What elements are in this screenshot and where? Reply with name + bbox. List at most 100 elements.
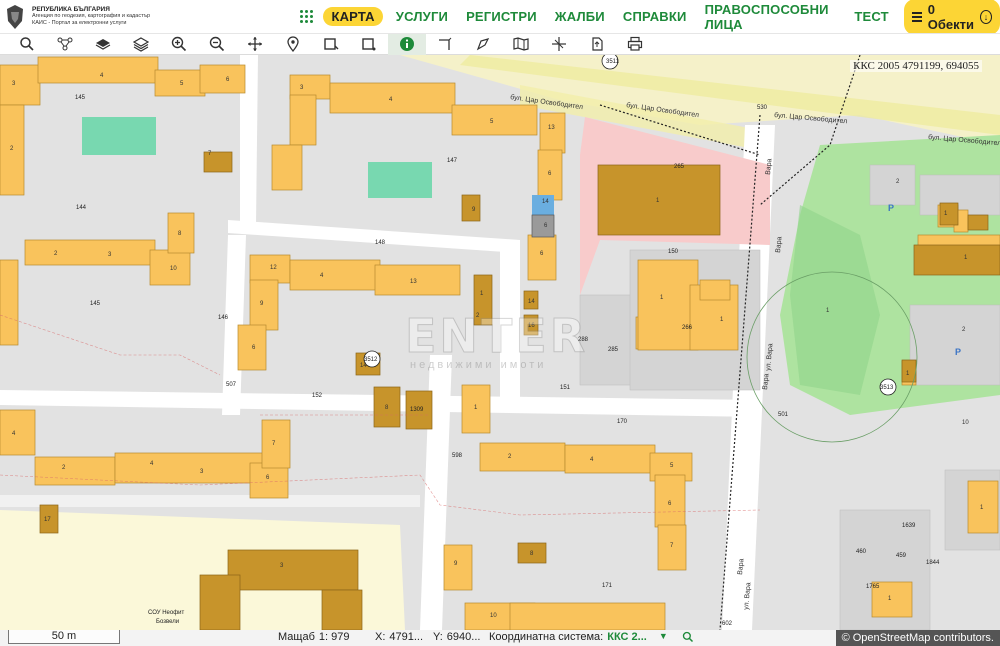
pan-icon xyxy=(248,37,262,51)
svg-text:152: 152 xyxy=(312,393,323,399)
crs-group: Координатна система: ККС 2... ▼ xyxy=(489,631,694,643)
watermark-subtitle: недвижими имоти xyxy=(410,359,547,371)
brand-text: РЕПУБЛИКА БЪЛГАРИЯ Агенция по геодезия, … xyxy=(32,6,150,27)
network-icon xyxy=(57,37,73,51)
nav-item-complaints[interactable]: ЖАЛБИ xyxy=(546,9,614,24)
svg-text:598: 598 xyxy=(452,453,463,459)
tool-layers[interactable] xyxy=(122,34,160,55)
tool-layer[interactable] xyxy=(84,34,122,55)
tool-export[interactable] xyxy=(578,34,616,55)
select-rect-icon xyxy=(362,38,376,51)
sport-field[interactable] xyxy=(82,117,156,155)
nav-item-map[interactable]: КАРТА xyxy=(323,7,383,26)
brand-portal: КАИС - Портал за електронни услуги xyxy=(32,20,127,26)
svg-text:1309: 1309 xyxy=(410,407,424,413)
tool-search[interactable] xyxy=(8,34,46,55)
map-toolbar xyxy=(0,33,1000,55)
tool-zoom-in[interactable] xyxy=(160,34,198,55)
arrow-down-circle-icon: ↓ xyxy=(979,9,992,24)
coordinate-readout: ККС 2005 4791199, 694055 xyxy=(850,60,982,72)
map-canvas[interactable]: 3511 3512 3513 530 501 602 145 147 144 1… xyxy=(0,55,1000,630)
y-coordinate-group: Y: 6940... xyxy=(433,631,480,643)
apps-grid-icon[interactable] xyxy=(300,9,314,24)
objects-label: 0 Обекти xyxy=(927,1,975,32)
caret-down-icon[interactable]: ▼ xyxy=(659,631,668,643)
svg-text:144: 144 xyxy=(76,205,87,211)
tool-zoom-out[interactable] xyxy=(198,34,236,55)
svg-text:501: 501 xyxy=(778,412,789,418)
watermark: ENTER недвижими имоти xyxy=(385,307,630,377)
svg-text:148: 148 xyxy=(375,240,386,246)
tool-select-area[interactable] xyxy=(312,34,350,55)
survey-point-label: 3511 xyxy=(606,59,620,65)
tool-map[interactable] xyxy=(502,34,540,55)
scale-group: Мащаб 1: 979 xyxy=(278,631,349,643)
objects-button[interactable]: 0 Обекти ↓ xyxy=(903,0,1000,35)
svg-text:13: 13 xyxy=(548,125,555,131)
search-icon xyxy=(20,37,34,51)
svg-text:150: 150 xyxy=(668,249,679,255)
svg-text:12: 12 xyxy=(270,265,277,271)
search-icon[interactable] xyxy=(682,631,694,643)
svg-text:145: 145 xyxy=(75,95,86,101)
y-label: Y: xyxy=(433,631,443,643)
tool-location[interactable] xyxy=(274,34,312,55)
crs-select[interactable]: ККС 2... xyxy=(607,631,647,643)
svg-text:13: 13 xyxy=(410,279,417,285)
nav-item-licensed-persons[interactable]: ПРАВОСПОСОБНИ ЛИЦА xyxy=(696,2,846,32)
tool-print[interactable] xyxy=(616,34,654,55)
tool-crosshair[interactable] xyxy=(540,34,578,55)
nav-item-registers[interactable]: РЕГИСТРИ xyxy=(457,9,546,24)
tool-measure[interactable] xyxy=(426,34,464,55)
tool-info[interactable] xyxy=(388,33,426,55)
svg-text:1765: 1765 xyxy=(866,584,880,590)
svg-text:10: 10 xyxy=(170,266,177,272)
zoom-out-icon xyxy=(209,36,225,52)
svg-text:P: P xyxy=(888,203,894,213)
tool-select-rect[interactable] xyxy=(350,34,388,55)
export-icon xyxy=(592,37,603,51)
svg-text:171: 171 xyxy=(602,583,613,589)
tool-measure-polygon[interactable] xyxy=(464,34,502,55)
nav-item-services[interactable]: УСЛУГИ xyxy=(387,9,457,24)
selected-object[interactable] xyxy=(532,195,554,215)
select-area-icon xyxy=(324,38,339,50)
svg-text:P: P xyxy=(955,347,961,357)
tool-network[interactable] xyxy=(46,34,84,55)
nav-item-test[interactable]: ТЕСТ xyxy=(845,9,897,24)
main-nav: КАРТА УСЛУГИ РЕГИСТРИ ЖАЛБИ СПРАВКИ ПРАВ… xyxy=(300,0,1000,35)
watermark-title: ENTER xyxy=(404,309,589,364)
svg-text:602: 602 xyxy=(722,621,733,627)
brand[interactable]: РЕПУБЛИКА БЪЛГАРИЯ Агенция по геодезия, … xyxy=(0,4,300,30)
measure-icon xyxy=(439,37,452,50)
svg-text:3513: 3513 xyxy=(880,385,894,391)
svg-text:265: 265 xyxy=(674,164,685,170)
svg-text:14: 14 xyxy=(528,299,535,305)
svg-text:151: 151 xyxy=(560,385,571,391)
layer-icon xyxy=(95,39,111,50)
svg-text:Вара: Вара xyxy=(765,158,773,175)
svg-text:530: 530 xyxy=(757,105,768,111)
crosshair-icon xyxy=(552,37,566,51)
nav-item-reports[interactable]: СПРАВКИ xyxy=(614,9,696,24)
svg-text:Вара: Вара xyxy=(737,558,745,575)
svg-text:1844: 1844 xyxy=(926,560,940,566)
measure-polygon-icon xyxy=(476,38,490,51)
x-value: 4791... xyxy=(389,631,424,643)
svg-text:266: 266 xyxy=(682,325,693,331)
osm-attribution[interactable]: © OpenStreetMap contributors. xyxy=(835,630,1000,646)
svg-text:Вара: Вара xyxy=(775,236,783,253)
map-icon xyxy=(513,37,529,51)
scale-label: Мащаб xyxy=(278,631,315,643)
sport-field[interactable] xyxy=(368,162,432,198)
tool-pan[interactable] xyxy=(236,34,274,55)
svg-text:507: 507 xyxy=(226,382,237,388)
attribution-text: © OpenStreetMap contributors. xyxy=(841,632,994,644)
svg-text:17: 17 xyxy=(44,517,51,523)
menu-icon xyxy=(911,11,922,22)
svg-text:146: 146 xyxy=(218,315,229,321)
scale-value[interactable]: 1: 979 xyxy=(319,631,350,643)
svg-text:460: 460 xyxy=(856,549,867,555)
layers-icon xyxy=(133,37,149,52)
scale-bar: 50 m xyxy=(8,630,120,644)
